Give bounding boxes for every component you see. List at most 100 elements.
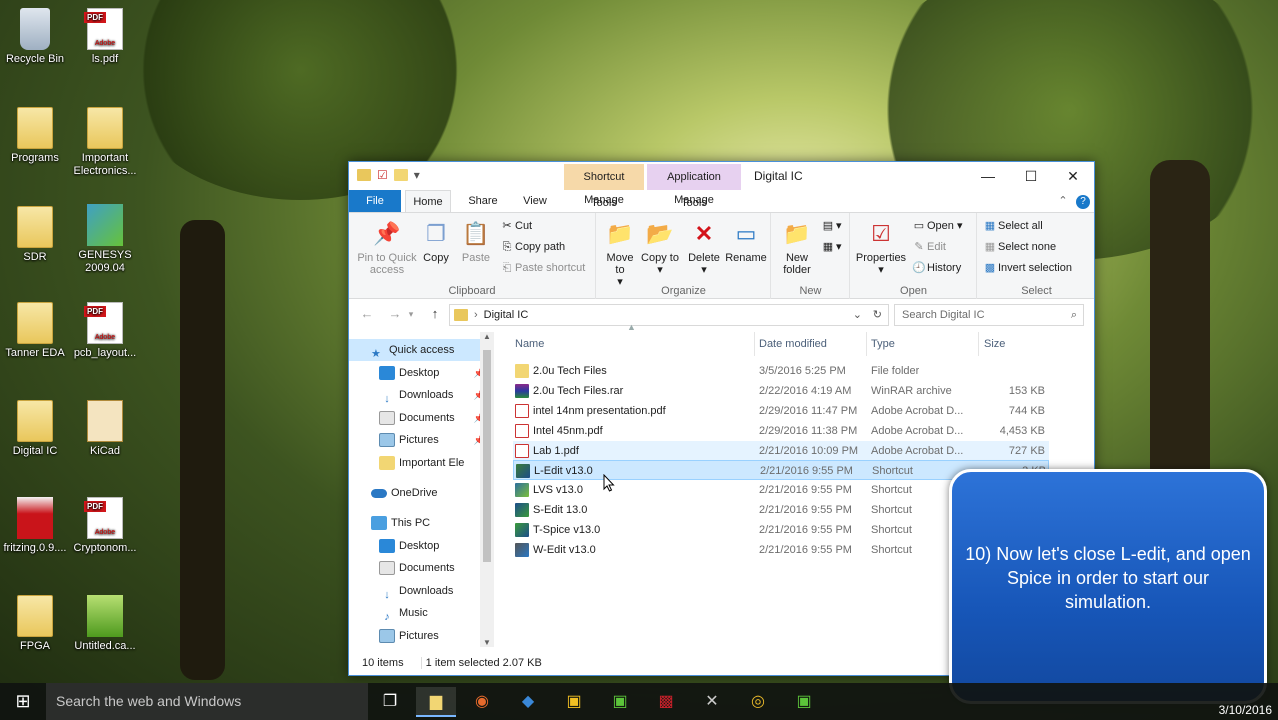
scrollbar-thumb[interactable] bbox=[483, 350, 491, 562]
firefox-taskbar-icon[interactable]: ◉ bbox=[462, 687, 502, 717]
new-folder-button[interactable]: 📁 New folder bbox=[776, 219, 818, 276]
maximize-button[interactable]: ☐ bbox=[1009, 162, 1053, 190]
nav-pc-desktop[interactable]: Desktop bbox=[349, 535, 489, 557]
table-row[interactable]: intel 14nm presentation.pdf 2/29/2016 11… bbox=[513, 401, 1049, 421]
desktop-icon-genesys[interactable]: GENESYS 2009.04 bbox=[67, 204, 143, 275]
title-bar[interactable]: ☑ ▾ Shortcut Tools Manage Application To… bbox=[349, 162, 1095, 209]
nav-this-pc[interactable]: This PC bbox=[349, 512, 489, 534]
move-to-button[interactable]: 📁 Move to ▾ bbox=[601, 219, 639, 288]
copy-to-button[interactable]: 📂 Copy to ▾ bbox=[641, 219, 679, 276]
nav-pc-downloads[interactable]: ↓ Downloads bbox=[349, 580, 489, 602]
forward-button[interactable]: → bbox=[385, 304, 405, 324]
minimize-button[interactable]: — bbox=[966, 162, 1010, 190]
desktop-icon-important-electronics[interactable]: Important Electronics... bbox=[67, 107, 143, 178]
desktop-icon-fritzing[interactable]: fritzing.0.9.... bbox=[0, 497, 73, 555]
nav-quick-important[interactable]: Important Ele bbox=[349, 452, 489, 474]
scroll-down-icon[interactable]: ▼ bbox=[480, 638, 494, 647]
tab-home[interactable]: Home bbox=[405, 190, 451, 212]
new-item-button[interactable]: ▤ ▾ bbox=[820, 217, 842, 235]
tab-share[interactable]: Share bbox=[461, 190, 505, 212]
up-button[interactable]: ↑ bbox=[425, 304, 445, 324]
nav-pc-documents[interactable]: Documents bbox=[349, 557, 489, 579]
table-row[interactable]: Intel 45nm.pdf 2/29/2016 11:38 PM Adobe … bbox=[513, 421, 1049, 441]
chevron-down-icon[interactable]: ▾ bbox=[414, 168, 420, 182]
nav-quick-downloads[interactable]: ↓Downloads📌 bbox=[349, 384, 489, 406]
copy-path-icon: ⎘ bbox=[502, 241, 512, 253]
desktop-icon-recycle-bin[interactable]: Recycle Bin bbox=[0, 8, 73, 66]
open-button[interactable]: ▭ Open ▾ bbox=[911, 217, 963, 235]
address-bar[interactable]: › Digital IC ⌄ ↻ bbox=[449, 304, 889, 326]
refresh-icon[interactable]: ↻ bbox=[873, 305, 882, 325]
recent-locations-button[interactable]: ▾ bbox=[405, 304, 417, 324]
rename-button[interactable]: ▭ Rename bbox=[725, 219, 767, 264]
file-explorer-taskbar-icon[interactable]: ▆ bbox=[416, 687, 456, 717]
desktop-icon-kicad[interactable]: KiCad bbox=[67, 400, 143, 458]
wallpaper-trunk bbox=[180, 220, 225, 680]
help-icon[interactable]: ? bbox=[1075, 190, 1091, 212]
table-row[interactable]: Lab 1.pdf 2/21/2016 10:09 PM Adobe Acrob… bbox=[513, 441, 1049, 461]
nav-scrollbar[interactable]: ▲ ▼ bbox=[480, 332, 494, 647]
nav-pc-pictures[interactable]: Pictures bbox=[349, 625, 489, 647]
select-none-icon: ▦ bbox=[984, 241, 996, 253]
back-button[interactable]: ← bbox=[357, 304, 377, 324]
nav-quick-documents[interactable]: Documents📌 bbox=[349, 407, 489, 429]
app-taskbar-icon[interactable]: ✕ bbox=[692, 687, 732, 717]
nav-quick-access[interactable]: ★ Quick access bbox=[349, 339, 489, 361]
app-taskbar-icon[interactable]: ▩ bbox=[646, 687, 686, 717]
cut-button[interactable]: ✂ Cut bbox=[499, 217, 532, 235]
new-folder-icon[interactable] bbox=[393, 169, 408, 181]
taskbar-search-input[interactable]: Search the web and Windows bbox=[46, 683, 368, 720]
app-taskbar-icon[interactable]: ◆ bbox=[508, 687, 548, 717]
scroll-up-icon[interactable]: ▲ bbox=[480, 332, 494, 341]
copy-button[interactable]: ❐ Copy bbox=[421, 219, 451, 264]
select-all-button[interactable]: ▦ Select all bbox=[982, 217, 1043, 235]
desktop-icon-programs[interactable]: Programs bbox=[0, 107, 73, 165]
search-input[interactable]: Search Digital IC ⌕ bbox=[894, 304, 1084, 326]
desktop-icon-pcb-layout[interactable]: pcb_layout... bbox=[67, 302, 143, 360]
folder-icon bbox=[17, 400, 53, 442]
close-button[interactable]: ✕ bbox=[1051, 162, 1095, 190]
desktop-icon-digital-ic[interactable]: Digital IC bbox=[0, 400, 73, 458]
desktop-icon-tanner-eda[interactable]: Tanner EDA bbox=[0, 302, 73, 360]
app-taskbar-icon[interactable]: ▣ bbox=[600, 687, 640, 717]
column-header-name[interactable]: Name bbox=[515, 332, 755, 356]
properties-button[interactable]: ☑ Properties ▾ bbox=[853, 219, 909, 276]
desktop-icon-ls-pdf[interactable]: ls.pdf bbox=[67, 8, 143, 66]
table-row[interactable]: 2.0u Tech Files.rar 2/22/2016 4:19 AM Wi… bbox=[513, 381, 1049, 401]
properties-icon[interactable]: ☑ bbox=[377, 168, 388, 182]
desktop-icon-cryptonom[interactable]: Cryptonom... bbox=[67, 497, 143, 555]
breadcrumb[interactable]: Digital IC bbox=[484, 309, 529, 321]
chrome-taskbar-icon[interactable]: ◎ bbox=[738, 687, 778, 717]
table-row[interactable]: 2.0u Tech Files 3/5/2016 5:25 PM File fo… bbox=[513, 361, 1049, 381]
select-none-button[interactable]: ▦ Select none bbox=[982, 238, 1056, 256]
copy-path-button[interactable]: ⎘ Copy path bbox=[499, 238, 566, 256]
task-view-icon[interactable]: ❐ bbox=[370, 687, 410, 717]
desktop-icon-sdr[interactable]: SDR bbox=[0, 206, 73, 264]
pin-to-quick-access-button[interactable]: 📌 Pin to Quick access bbox=[353, 219, 421, 276]
delete-button[interactable]: ✕ Delete ▾ bbox=[685, 219, 723, 276]
invert-selection-button[interactable]: ▩ Invert selection bbox=[982, 259, 1072, 277]
nav-quick-pictures[interactable]: Pictures📌 bbox=[349, 429, 489, 451]
desktop-icon-fpga[interactable]: FPGA bbox=[0, 595, 73, 653]
edit-button[interactable]: ✎ Edit bbox=[911, 238, 946, 256]
column-header-date[interactable]: Date modified bbox=[759, 332, 867, 356]
paste-shortcut-button[interactable]: ⎗ Paste shortcut bbox=[499, 259, 586, 277]
taskbar-clock[interactable]: 3/10/2016 bbox=[1219, 703, 1272, 717]
nav-pc-music[interactable]: ♪ Music bbox=[349, 602, 489, 624]
tab-view[interactable]: View bbox=[513, 190, 557, 212]
tab-file[interactable]: File bbox=[349, 190, 401, 212]
desktop-icon-untitled-cad[interactable]: Untitled.ca... bbox=[67, 595, 143, 653]
start-button[interactable]: ⊞ bbox=[0, 683, 46, 720]
nav-quick-desktop[interactable]: Desktop📌 bbox=[349, 362, 489, 384]
history-button[interactable]: 🕘History bbox=[911, 259, 961, 277]
collapse-ribbon-icon[interactable]: ⌃ bbox=[1055, 190, 1071, 212]
address-dropdown-icon[interactable]: ⌄ bbox=[853, 305, 862, 325]
pdf-file-icon bbox=[84, 8, 123, 50]
app-taskbar-icon[interactable]: ▣ bbox=[554, 687, 594, 717]
nav-onedrive[interactable]: OneDrive bbox=[349, 482, 489, 504]
app-taskbar-icon[interactable]: ▣ bbox=[784, 687, 824, 717]
column-header-type[interactable]: Type bbox=[871, 332, 979, 356]
column-header-size[interactable]: Size bbox=[984, 332, 1044, 356]
paste-button[interactable]: 📋 Paste bbox=[459, 219, 493, 264]
easy-access-button[interactable]: ▦ ▾ bbox=[820, 238, 842, 256]
